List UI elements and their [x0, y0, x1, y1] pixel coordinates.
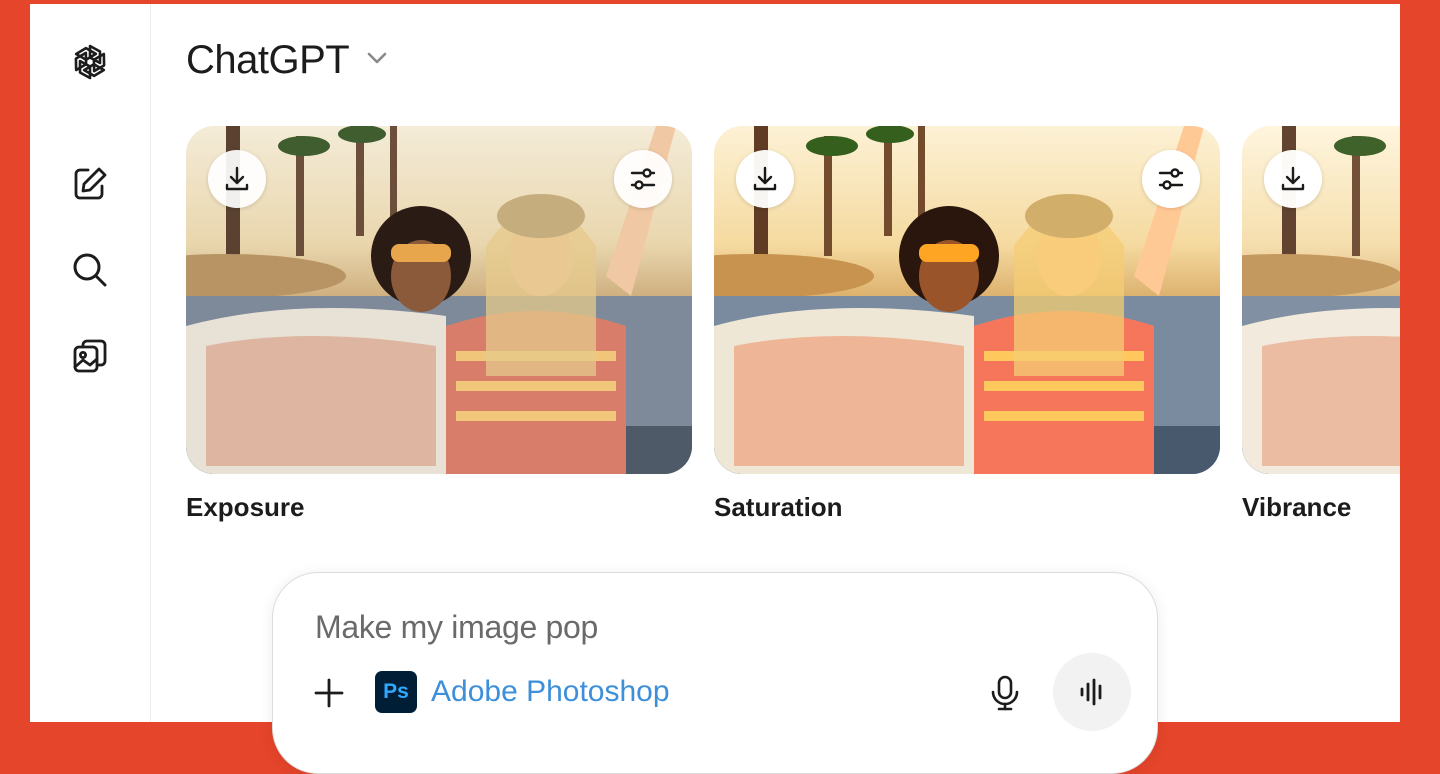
card-label: Vibrance [1242, 492, 1352, 522]
photoshop-logo-icon: Ps [375, 671, 417, 713]
download-button[interactable] [208, 150, 266, 208]
connector-name: Adobe Photoshop [431, 675, 670, 708]
search-button[interactable] [62, 242, 118, 298]
card-label: Saturation [714, 492, 843, 522]
new-chat-button[interactable] [62, 156, 118, 212]
image-preview[interactable] [714, 126, 1220, 474]
waveform-icon [1080, 678, 1102, 706]
sidebar [30, 4, 151, 722]
image-card-exposure[interactable]: Exposure [186, 126, 692, 523]
adjust-button[interactable] [614, 150, 672, 208]
adjust-button[interactable] [1142, 150, 1200, 208]
photoshop-connector-chip[interactable]: Ps Adobe Photoshop [375, 671, 670, 713]
prompt-composer: Make my image pop Ps Adobe Photoshop [272, 572, 1158, 774]
download-icon [1281, 166, 1305, 191]
image-preview[interactable] [1242, 126, 1400, 474]
search-icon [73, 253, 107, 287]
openai-logo-icon [74, 44, 106, 80]
sliders-icon [630, 168, 656, 190]
edit-icon [74, 167, 107, 200]
plus-icon [314, 678, 344, 708]
image-card-saturation[interactable]: Saturation [714, 126, 1220, 523]
download-button[interactable] [736, 150, 794, 208]
add-attachment-button[interactable] [309, 673, 349, 713]
microphone-icon [991, 675, 1019, 711]
prompt-input[interactable]: Make my image pop [315, 609, 598, 646]
download-icon [753, 166, 777, 191]
image-preview[interactable] [186, 126, 692, 474]
chevron-down-icon [363, 44, 391, 77]
voice-mode-button[interactable] [1053, 653, 1131, 731]
download-icon [225, 166, 249, 191]
sliders-icon [1158, 168, 1184, 190]
model-title: ChatGPT [186, 38, 350, 82]
dictate-button[interactable] [983, 671, 1027, 715]
openai-logo-button[interactable] [62, 34, 118, 90]
download-button[interactable] [1264, 150, 1322, 208]
model-selector[interactable]: ChatGPT [186, 38, 391, 83]
card-label: Exposure [186, 492, 305, 522]
image-carousel: Exposure Saturation Vibrance [186, 126, 1400, 546]
image-card-vibrance[interactable]: Vibrance [1242, 126, 1400, 523]
images-icon [73, 339, 107, 373]
library-button[interactable] [62, 328, 118, 384]
